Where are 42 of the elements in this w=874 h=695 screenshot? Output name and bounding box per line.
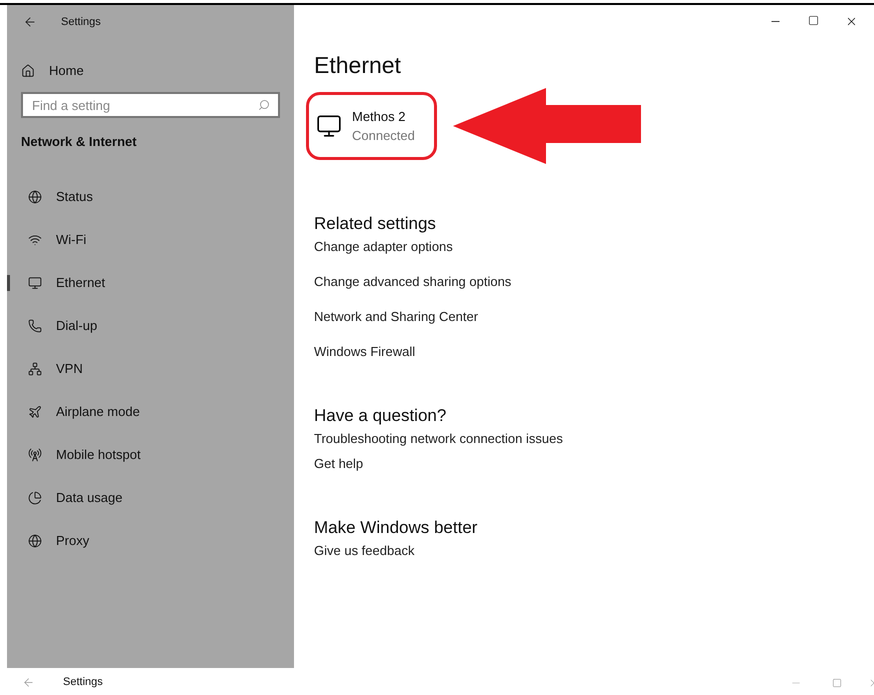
search-icon — [258, 99, 270, 111]
network-icon — [28, 362, 42, 376]
settings-link[interactable]: Troubleshooting network connection issues — [314, 430, 563, 447]
section-heading: Make Windows better — [314, 517, 478, 539]
globe-icon — [28, 190, 42, 204]
close-icon[interactable] — [845, 15, 858, 28]
sidebar-item[interactable]: Dial-up — [7, 316, 98, 336]
settings-link[interactable]: Give us feedback — [314, 542, 414, 559]
globe-icon — [28, 534, 42, 548]
sidebar-item[interactable]: Airplane mode — [7, 402, 140, 422]
search-field[interactable]: Find a setting — [21, 92, 280, 118]
airplane-icon — [28, 405, 42, 419]
pie-chart-icon — [28, 491, 42, 505]
home-icon — [21, 64, 35, 78]
page-title: Ethernet — [314, 51, 402, 80]
settings-link[interactable]: Change advanced sharing options — [314, 273, 512, 290]
monitor-icon — [28, 276, 42, 290]
connection-name: Methos 2 — [352, 108, 406, 126]
antenna-icon — [28, 448, 42, 462]
sidebar-item[interactable]: Ethernet — [7, 273, 106, 293]
sidebar-item[interactable]: Wi-Fi — [7, 230, 86, 250]
settings-link[interactable]: Change adapter options — [314, 238, 453, 255]
home-link[interactable]: Home — [7, 59, 294, 83]
window-title: Settings — [63, 675, 103, 690]
settings-link[interactable]: Windows Firewall — [314, 343, 416, 360]
section-heading: Have a question? — [314, 405, 448, 427]
ethernet-connection[interactable]: Methos 2 Connected — [316, 106, 415, 146]
maximize-icon[interactable] — [808, 15, 819, 26]
settings-link[interactable]: Network and Sharing Center — [314, 308, 478, 325]
settings-link[interactable]: Get help — [314, 455, 364, 472]
arrow-icon — [451, 88, 641, 164]
monitor-icon — [316, 113, 342, 139]
connection-status: Connected — [352, 127, 415, 145]
sidebar-item[interactable]: Status — [7, 187, 93, 207]
sidebar-item[interactable]: VPN — [7, 359, 83, 379]
sidebar-item[interactable]: Proxy — [7, 531, 90, 551]
phone-icon — [28, 319, 42, 333]
window-title: Settings — [61, 14, 101, 30]
sidebar-item[interactable]: Data usage — [7, 488, 122, 508]
section-heading: Related settings — [314, 213, 437, 235]
sidebar-item[interactable]: Mobile hotspot — [7, 445, 141, 465]
section-heading: Network & Internet — [20, 133, 138, 151]
